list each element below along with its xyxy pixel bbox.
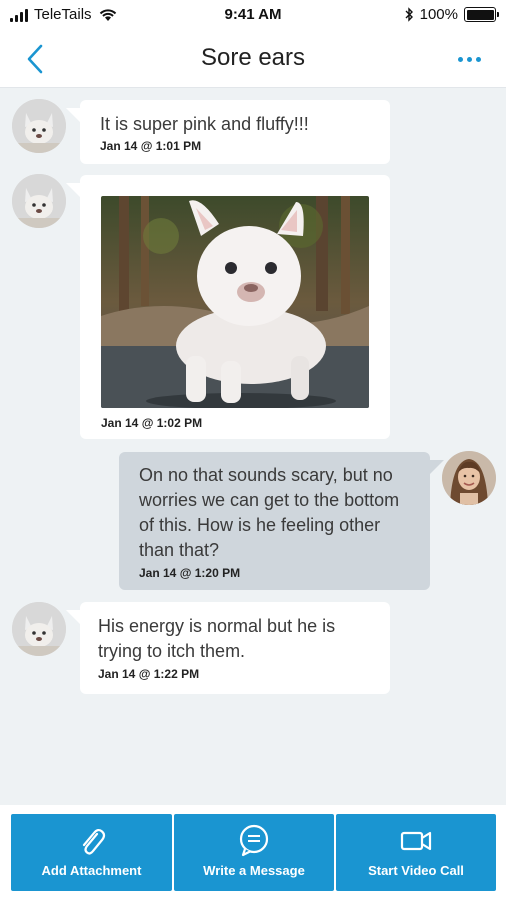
vet-avatar[interactable] [442, 451, 496, 505]
status-bar: TeleTails 9:41 AM 100% [0, 0, 506, 30]
chevron-left-icon [27, 44, 43, 74]
pet-avatar[interactable] [12, 174, 66, 228]
message-timestamp: Jan 14 @ 1:22 PM [98, 667, 200, 681]
carrier-name: TeleTails [34, 6, 92, 23]
video-camera-icon [400, 831, 432, 851]
bluetooth-icon [405, 7, 413, 22]
dog-avatar-icon [12, 174, 66, 228]
add-attachment-button[interactable]: Add Attachment [11, 814, 172, 891]
message-bubble[interactable]: His energy is normal but he is trying to… [66, 602, 390, 694]
nav-bar: Sore ears [0, 30, 506, 88]
status-right: 100% [404, 6, 499, 23]
message-bubble[interactable]: It is super pink and fluffy!!! Jan 14 @ … [66, 100, 390, 164]
outgoing-message-bubble[interactable]: On no that sounds scary, but no worries … [119, 452, 444, 590]
battery-icon [464, 7, 499, 22]
more-options-button[interactable] [454, 47, 484, 71]
pet-avatar[interactable] [12, 99, 66, 153]
battery-percent: 100% [419, 6, 458, 23]
message-timestamp: Jan 14 @ 1:02 PM [101, 416, 203, 430]
more-dot [475, 56, 481, 62]
image-message-bubble[interactable]: Jan 14 @ 1:02 PM [66, 175, 390, 439]
action-label: Start Video Call [368, 863, 464, 878]
dog-photo-image[interactable] [101, 196, 369, 408]
dog-avatar-icon [12, 602, 66, 656]
wifi-icon [99, 8, 116, 21]
person-avatar-icon [442, 451, 496, 505]
message-text: On no that sounds scary, but no worries … [139, 465, 400, 560]
signal-strength-icon [10, 8, 28, 22]
battery-level [466, 9, 494, 20]
chat-thread[interactable]: It is super pink and fluffy!!! Jan 14 @ … [0, 88, 506, 805]
action-label: Write a Message [203, 863, 305, 878]
back-button[interactable] [22, 42, 52, 76]
action-bar: Add Attachment Write a Message Start Vid… [0, 805, 506, 900]
pet-avatar[interactable] [12, 602, 66, 656]
chat-bubble-icon [239, 824, 269, 857]
start-video-call-button[interactable]: Start Video Call [336, 814, 496, 891]
write-message-button[interactable]: Write a Message [174, 814, 334, 891]
more-horizontal-icon [457, 56, 463, 62]
message-timestamp: Jan 14 @ 1:01 PM [100, 139, 202, 153]
more-dot [466, 56, 472, 62]
paperclip-icon [82, 828, 105, 855]
message-timestamp: Jan 14 @ 1:20 PM [139, 566, 241, 580]
message-text: It is super pink and fluffy!!! [100, 114, 309, 134]
action-label: Add Attachment [41, 863, 142, 878]
dog-avatar-icon [12, 99, 66, 153]
message-text: His energy is normal but he is trying to… [98, 616, 336, 661]
page-title: Sore ears [200, 44, 306, 71]
status-left: TeleTails [10, 6, 118, 23]
